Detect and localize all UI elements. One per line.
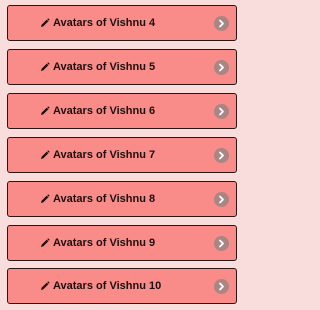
chevron-right-icon[interactable]: [214, 16, 229, 31]
chevron-right-icon[interactable]: [214, 60, 229, 75]
list-item-text: Avatars of Vishnu 4: [53, 17, 156, 29]
list-item-avatars-8[interactable]: Avatars of Vishnu 8: [7, 181, 237, 217]
list-item-avatars-10[interactable]: Avatars of Vishnu 10: [7, 268, 237, 304]
list-item-label: Avatars of Vishnu 9: [40, 237, 155, 249]
list-item-text: Avatars of Vishnu 9: [53, 237, 156, 249]
chevron-right-icon[interactable]: [214, 148, 229, 163]
list-item-label: Avatars of Vishnu 10: [40, 280, 161, 292]
list-item-avatars-7[interactable]: Avatars of Vishnu 7: [7, 137, 237, 173]
pencil-icon: [41, 62, 50, 71]
list-item-avatars-6[interactable]: Avatars of Vishnu 6: [7, 93, 237, 129]
list-item-avatars-5[interactable]: Avatars of Vishnu 5: [7, 49, 237, 85]
list-item-label: Avatars of Vishnu 6: [40, 105, 155, 117]
list-item-text: Avatars of Vishnu 6: [53, 105, 156, 117]
chevron-right-icon[interactable]: [214, 279, 229, 294]
list-item-text: Avatars of Vishnu 5: [53, 61, 156, 73]
avatars-list: Avatars of Vishnu 4 Avatars of Vishnu 5 …: [0, 0, 245, 310]
pencil-icon: [41, 238, 50, 247]
list-item-text: Avatars of Vishnu 8: [53, 193, 156, 205]
list-item-label: Avatars of Vishnu 8: [40, 193, 155, 205]
pencil-icon: [41, 281, 50, 290]
list-item-avatars-9[interactable]: Avatars of Vishnu 9: [7, 225, 237, 261]
list-item-label: Avatars of Vishnu 4: [40, 17, 155, 29]
list-item-label: Avatars of Vishnu 5: [40, 61, 155, 73]
pencil-icon: [41, 18, 50, 27]
chevron-right-icon[interactable]: [214, 192, 229, 207]
chevron-right-icon[interactable]: [214, 104, 229, 119]
pencil-icon: [41, 106, 50, 115]
pencil-icon: [41, 150, 50, 159]
list-item-avatars-4[interactable]: Avatars of Vishnu 4: [7, 5, 237, 41]
list-item-text: Avatars of Vishnu 10: [53, 280, 162, 292]
list-item-label: Avatars of Vishnu 7: [40, 149, 155, 161]
pencil-icon: [41, 194, 50, 203]
chevron-right-icon[interactable]: [214, 236, 229, 251]
list-item-text: Avatars of Vishnu 7: [53, 149, 156, 161]
